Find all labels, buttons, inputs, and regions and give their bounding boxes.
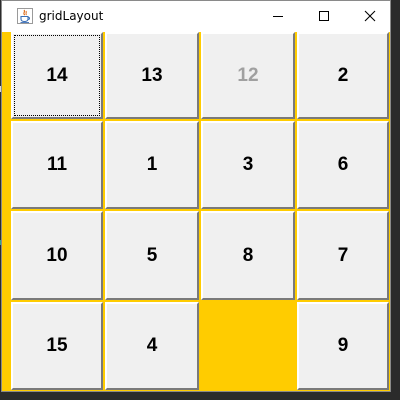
tile-button[interactable]: 15 [11, 302, 103, 390]
tile-button[interactable]: 7 [297, 211, 389, 300]
tile-button[interactable]: 13 [105, 32, 199, 119]
window-title: gridLayout [39, 9, 104, 23]
close-icon [364, 10, 376, 22]
tile-button[interactable]: 11 [11, 121, 103, 209]
tile-button[interactable]: 5 [105, 211, 199, 300]
tile-button[interactable]: 14 [11, 32, 103, 119]
maximize-icon [319, 11, 329, 21]
tile-button[interactable]: 2 [297, 32, 389, 119]
tile-button[interactable]: 9 [297, 302, 389, 390]
tile-button[interactable]: 1 [105, 121, 199, 209]
minimize-button[interactable] [255, 1, 301, 31]
tile-button[interactable]: 3 [201, 121, 295, 209]
tile-button[interactable]: 4 [105, 302, 199, 390]
tile-button[interactable]: 12 [201, 32, 295, 119]
close-button[interactable] [347, 1, 393, 31]
tile-grid: 14 13 12 2 11 1 3 6 10 5 8 7 15 4 9 [2, 32, 390, 391]
java-coffee-icon [17, 8, 33, 24]
maximize-button[interactable] [301, 1, 347, 31]
empty-tile-slot [201, 302, 295, 390]
minimize-icon [273, 16, 283, 17]
title-bar[interactable]: gridLayout [2, 1, 390, 32]
tile-button[interactable]: 8 [201, 211, 295, 300]
app-window: gridLayout 14 13 12 2 11 1 3 6 10 5 8 7 15 4 9 [1, 0, 391, 392]
tile-button[interactable]: 10 [11, 211, 103, 300]
tile-button[interactable]: 6 [297, 121, 389, 209]
